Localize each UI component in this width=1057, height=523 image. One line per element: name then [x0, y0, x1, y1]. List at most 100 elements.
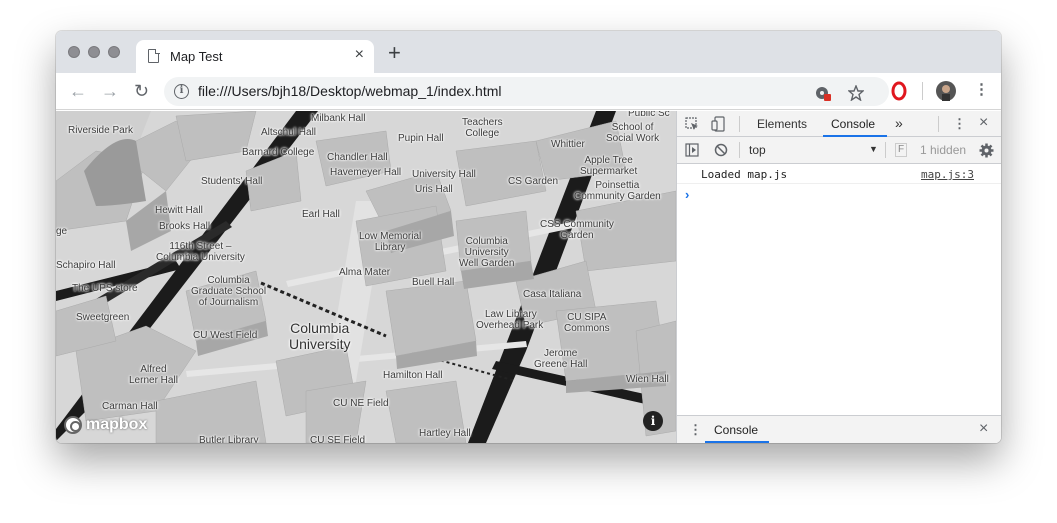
- map-label-columbia-university: Columbia University: [289, 320, 351, 352]
- map-label: Brooks Hall: [159, 221, 211, 232]
- tab-console[interactable]: Console: [831, 117, 875, 131]
- tab-bar: Map Test × +: [56, 31, 1001, 73]
- map-label: Whittier: [551, 139, 585, 150]
- devtools-tab-bar: Elements Console » ⋮ ×: [677, 111, 1001, 137]
- map-label: Milbank Hall: [311, 113, 366, 124]
- new-tab-button[interactable]: +: [388, 42, 401, 64]
- console-drawer: ⋮ Console ×: [677, 415, 1001, 443]
- drawer-active-tab-indicator: [705, 441, 769, 443]
- devtools-divider: [739, 116, 740, 132]
- toolbar-divider: [922, 82, 923, 100]
- map-label: ge: [56, 226, 68, 237]
- map-label: CU NE Field: [333, 398, 389, 409]
- map-label: Teachers College: [462, 117, 503, 139]
- console-filter-input[interactable]: F: [895, 143, 907, 157]
- devtools-divider: [885, 142, 886, 158]
- mapbox-mark-icon: [64, 416, 82, 434]
- map-label: Earl Hall: [302, 209, 340, 220]
- drawer-menu-icon[interactable]: ⋮: [689, 423, 702, 437]
- map-label: Wien Hall: [626, 374, 669, 385]
- map-label: Barnard College: [242, 147, 315, 158]
- back-button[interactable]: ←: [69, 81, 87, 101]
- tab-close-button[interactable]: ×: [355, 46, 364, 64]
- url-text[interactable]: file:///Users/bjh18/Desktop/webmap_1/ind…: [198, 83, 501, 99]
- hidden-messages-count: 1 hidden: [920, 143, 967, 157]
- console-message-row: Loaded map.js map.js:3: [677, 164, 1001, 184]
- map-label: Alfred Lerner Hall: [129, 364, 178, 386]
- forward-button[interactable]: →: [101, 81, 119, 101]
- map-label: Uris Hall: [415, 184, 453, 195]
- attribution-info-button[interactable]: i: [643, 411, 663, 431]
- map-label: Law Library: [485, 309, 537, 320]
- bookmark-star-icon[interactable]: [848, 85, 864, 101]
- map-label: Butler Library: [199, 435, 259, 443]
- map-label: Public Sc: [628, 111, 670, 119]
- mapbox-logo[interactable]: mapbox: [64, 414, 147, 436]
- devtools-divider: [938, 116, 939, 132]
- browser-menu-icon[interactable]: ⋮: [974, 82, 989, 98]
- execution-context-select[interactable]: top: [749, 143, 766, 157]
- clear-console-icon[interactable]: [714, 143, 728, 157]
- map-label: CU West Field: [193, 330, 258, 341]
- map-canvas[interactable]: Riverside Park Altschul Hall Milbank Hal…: [56, 111, 676, 443]
- profile-avatar[interactable]: [936, 81, 956, 101]
- map-label: Jerome Greene Hall: [534, 348, 588, 370]
- address-bar[interactable]: i file:///Users/bjh18/Desktop/webmap_1/i…: [164, 77, 889, 106]
- tab-map-test[interactable]: Map Test ×: [136, 40, 374, 73]
- map-label: Casa Italiana: [523, 289, 582, 300]
- map-label: Sweetgreen: [76, 312, 130, 323]
- map-label: Hewitt Hall: [155, 205, 203, 216]
- minimize-window-button[interactable]: [88, 46, 100, 58]
- console-source-link[interactable]: map.js:3: [921, 168, 974, 181]
- document-icon: [148, 48, 160, 63]
- more-tabs-button[interactable]: »: [895, 115, 903, 131]
- device-toolbar-icon[interactable]: [711, 116, 725, 132]
- map-label: 116th Street – Columbia University: [156, 241, 245, 263]
- console-settings-gear-icon[interactable]: [979, 143, 994, 158]
- map-label: University Hall: [412, 169, 476, 180]
- map-label: Pupin Hall: [398, 133, 444, 144]
- devtools-divider: [739, 142, 740, 158]
- mapbox-logo-text: mapbox: [86, 416, 148, 433]
- reload-button[interactable]: ↻: [134, 81, 149, 101]
- console-message-text: Loaded map.js: [701, 168, 788, 181]
- map-label: CS Garden: [508, 176, 559, 187]
- map-label: Buell Hall: [412, 277, 455, 288]
- map-label: CSS Community Garden: [540, 219, 614, 241]
- map-label: Hamilton Hall: [383, 370, 443, 381]
- zoom-window-button[interactable]: [108, 46, 120, 58]
- browser-window: Map Test × + ← → ↻ i file:///Users/bjh18…: [56, 31, 1001, 443]
- site-info-icon[interactable]: i: [174, 84, 189, 99]
- tab-elements[interactable]: Elements: [757, 117, 807, 131]
- drawer-tab-console[interactable]: Console: [714, 423, 758, 437]
- map-label: CU SIPA Commons: [564, 312, 610, 334]
- drawer-close-button[interactable]: ×: [979, 421, 988, 437]
- location-blocked-icon[interactable]: [814, 85, 832, 101]
- browser-toolbar: ← → ↻ i file:///Users/bjh18/Desktop/webm…: [56, 73, 1001, 110]
- devtools-close-button[interactable]: ×: [979, 115, 988, 131]
- map-label: The UPS store: [72, 283, 138, 294]
- map-label: Poinsettia Community Garden: [574, 180, 661, 202]
- map-label: Schapiro Hall: [56, 260, 116, 271]
- console-prompt-icon[interactable]: ›: [685, 187, 689, 202]
- map-label: School of Social Work: [606, 122, 660, 144]
- close-window-button[interactable]: [68, 46, 80, 58]
- inspect-element-icon[interactable]: [685, 117, 699, 131]
- map-label: Chandler Hall: [327, 152, 388, 163]
- map-label: Carman Hall: [102, 401, 158, 412]
- map-label: Columbia Graduate School of Journalism: [191, 275, 267, 308]
- map-label: Students' Hall: [201, 176, 263, 187]
- opera-extension-icon[interactable]: [891, 81, 907, 101]
- devtools-panel: Elements Console » ⋮ × top ▼ F 1 hidden: [676, 111, 1001, 443]
- map-label: Hartley Hall: [419, 428, 471, 439]
- devtools-menu-icon[interactable]: ⋮: [953, 117, 966, 131]
- map-label: Alma Mater: [339, 267, 391, 278]
- context-dropdown-arrow-icon[interactable]: ▼: [869, 144, 878, 154]
- map-label: Low Memorial Library: [359, 231, 422, 253]
- map-label: Overhead Park: [476, 320, 544, 331]
- map-label: Columbia University Well Garden: [459, 236, 515, 269]
- map-label: Riverside Park: [68, 125, 134, 136]
- tab-title: Map Test: [170, 49, 223, 64]
- map-label: Altschul Hall: [261, 127, 317, 138]
- show-sidebar-icon[interactable]: [685, 143, 699, 157]
